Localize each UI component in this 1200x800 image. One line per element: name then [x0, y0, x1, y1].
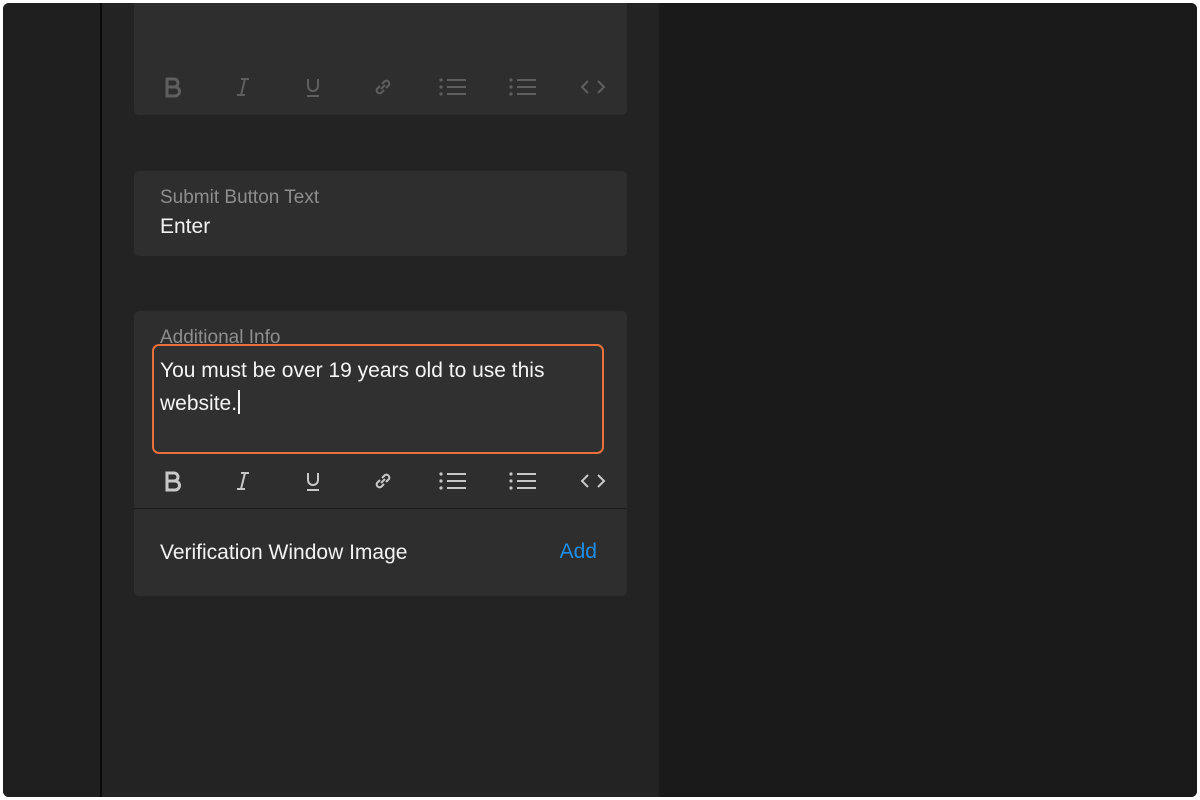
link-icon[interactable] [366, 69, 400, 105]
app-window: Submit Button Text Enter Additional Info… [3, 3, 1197, 797]
ordered-list-icon[interactable] [436, 463, 470, 499]
underline-icon[interactable] [296, 69, 330, 105]
verification-image-label: Verification Window Image [160, 541, 408, 564]
field-value[interactable]: Enter [160, 215, 210, 239]
card-separator [134, 508, 627, 509]
code-icon[interactable] [576, 69, 610, 105]
italic-icon[interactable] [226, 69, 260, 105]
formatting-toolbar [156, 463, 606, 499]
text-caret [238, 390, 241, 414]
text-line: You must be over 19 years old to use thi… [160, 359, 545, 382]
rich-text-card-top [134, 3, 627, 115]
code-icon[interactable] [576, 463, 610, 499]
underline-icon[interactable] [296, 463, 330, 499]
link-icon[interactable] [366, 463, 400, 499]
ordered-list-icon[interactable] [436, 69, 470, 105]
field-label: Submit Button Text [160, 187, 320, 208]
italic-icon[interactable] [226, 463, 260, 499]
bullet-list-icon[interactable] [506, 69, 540, 105]
add-image-button[interactable]: Add [560, 540, 597, 564]
additional-info-textarea[interactable]: You must be over 19 years old to use thi… [152, 344, 604, 454]
left-gutter [3, 3, 100, 797]
bold-icon[interactable] [156, 463, 190, 499]
submit-button-text-field[interactable]: Submit Button Text Enter [134, 171, 627, 256]
bullet-list-icon[interactable] [506, 463, 540, 499]
formatting-toolbar-top [156, 69, 606, 105]
preview-area [659, 3, 1197, 797]
text-line: website. [160, 387, 596, 420]
additional-info-card: Additional Info You must be over 19 year… [134, 311, 627, 596]
bold-icon[interactable] [156, 69, 190, 105]
